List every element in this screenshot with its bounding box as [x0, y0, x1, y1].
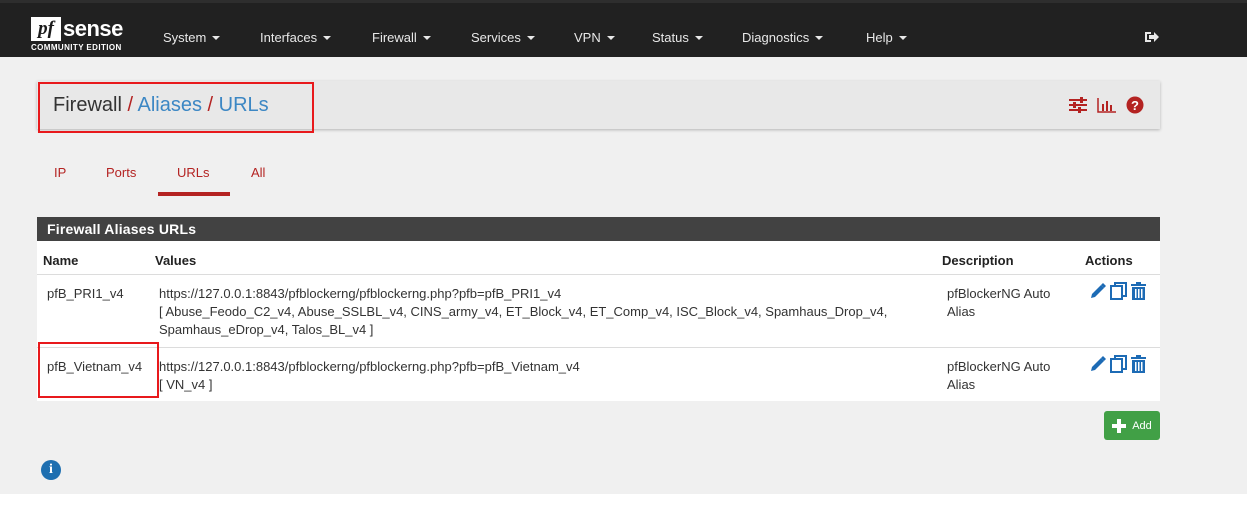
caret-down-icon	[526, 36, 535, 40]
pfsense-logo[interactable]: pf sense COMMUNITY EDITION	[31, 15, 141, 53]
help-icon[interactable]: ?	[1126, 96, 1144, 114]
row1-description-cont: Alias	[947, 304, 976, 319]
nav-interfaces-menu[interactable]: Interfaces	[260, 30, 332, 45]
caret-down-icon	[212, 36, 221, 40]
nav-services-menu[interactable]: Services	[471, 30, 535, 45]
info-icon[interactable]: i	[41, 460, 61, 480]
nav-firewall-menu[interactable]: Firewall	[372, 30, 431, 45]
trash-icon[interactable]	[1130, 355, 1147, 373]
sign-out-icon[interactable]	[1144, 29, 1160, 45]
logo-mark: pf	[31, 16, 61, 41]
tab-urls[interactable]: URLs	[177, 165, 210, 180]
nav-label: Diagnostics	[742, 30, 810, 45]
plus-icon	[1112, 418, 1127, 433]
logo-edition: COMMUNITY EDITION	[31, 43, 122, 52]
row2-values-url: https://127.0.0.1:8843/pfblockerng/pfblo…	[159, 359, 580, 374]
sliders-icon[interactable]	[1068, 96, 1088, 114]
tab-all[interactable]: All	[251, 165, 265, 180]
active-tab-indicator	[158, 192, 230, 196]
nav-system-menu[interactable]: System	[163, 30, 221, 45]
row1-values-list: [ Abuse_Feodo_C2_v4, Abuse_SSLBL_v4, CIN…	[159, 304, 888, 319]
caret-down-icon	[898, 36, 907, 40]
nav-label: System	[163, 30, 207, 45]
row2-description-cont: Alias	[947, 377, 976, 392]
caret-down-icon	[815, 36, 824, 40]
row1-values-list-cont: Spamhaus_eDrop_v4, Talos_BL_v4 ]	[159, 322, 374, 337]
nav-diagnostics-menu[interactable]: Diagnostics	[742, 30, 824, 45]
row1-name: pfB_PRI1_v4	[47, 286, 124, 301]
pencil-icon[interactable]	[1089, 282, 1107, 300]
breadcrumb-tools: ?	[1068, 95, 1144, 115]
column-header-name: Name	[43, 253, 79, 268]
caret-down-icon	[694, 36, 703, 40]
nav-label: Status	[652, 30, 689, 45]
add-alias-button[interactable]: Add	[1104, 411, 1160, 440]
top-navbar: pf sense COMMUNITY EDITION System Interf…	[0, 0, 1247, 57]
column-header-actions: Actions	[1085, 253, 1133, 268]
nav-label: Interfaces	[260, 30, 318, 45]
caret-down-icon	[422, 36, 431, 40]
nav-label: Firewall	[372, 30, 417, 45]
tab-ports[interactable]: Ports	[106, 165, 136, 180]
logo-word: sense	[63, 15, 123, 41]
row-divider	[37, 274, 1160, 275]
add-button-label: Add	[1132, 419, 1152, 432]
nav-help-menu[interactable]: Help	[866, 30, 907, 45]
aliases-panel: Firewall Aliases URLs Name Values Descri…	[37, 217, 1160, 401]
row1-description: pfBlockerNG Auto	[947, 286, 1051, 301]
row2-actions	[1089, 355, 1147, 373]
panel-title: Firewall Aliases URLs	[37, 217, 1160, 241]
bar-chart-icon[interactable]	[1097, 96, 1117, 114]
pencil-icon[interactable]	[1089, 355, 1107, 373]
nav-label: Help	[866, 30, 893, 45]
svg-text:?: ?	[1131, 98, 1139, 113]
caret-down-icon	[323, 36, 332, 40]
tab-ip[interactable]: IP	[54, 165, 66, 180]
row2-values-list: [ VN_v4 ]	[159, 377, 213, 392]
copy-icon[interactable]	[1110, 355, 1127, 373]
annotation-highlight-breadcrumb	[38, 82, 314, 133]
column-header-values: Values	[155, 253, 197, 268]
nav-label: Services	[471, 30, 521, 45]
page: pf sense COMMUNITY EDITION System Interf…	[0, 0, 1247, 506]
trash-icon[interactable]	[1130, 282, 1147, 300]
annotation-highlight-row2-name	[38, 342, 159, 398]
nav-label: VPN	[574, 30, 601, 45]
nav-vpn-menu[interactable]: VPN	[574, 30, 615, 45]
copy-icon[interactable]	[1110, 282, 1127, 300]
logo-wordmark: pf sense	[31, 15, 123, 42]
row1-values-url: https://127.0.0.1:8843/pfblockerng/pfblo…	[159, 286, 562, 301]
row2-description: pfBlockerNG Auto	[947, 359, 1051, 374]
column-header-description: Description	[942, 253, 1014, 268]
row-divider	[37, 347, 1160, 348]
nav-status-menu[interactable]: Status	[652, 30, 703, 45]
caret-down-icon	[606, 36, 615, 40]
row1-actions	[1089, 282, 1147, 300]
